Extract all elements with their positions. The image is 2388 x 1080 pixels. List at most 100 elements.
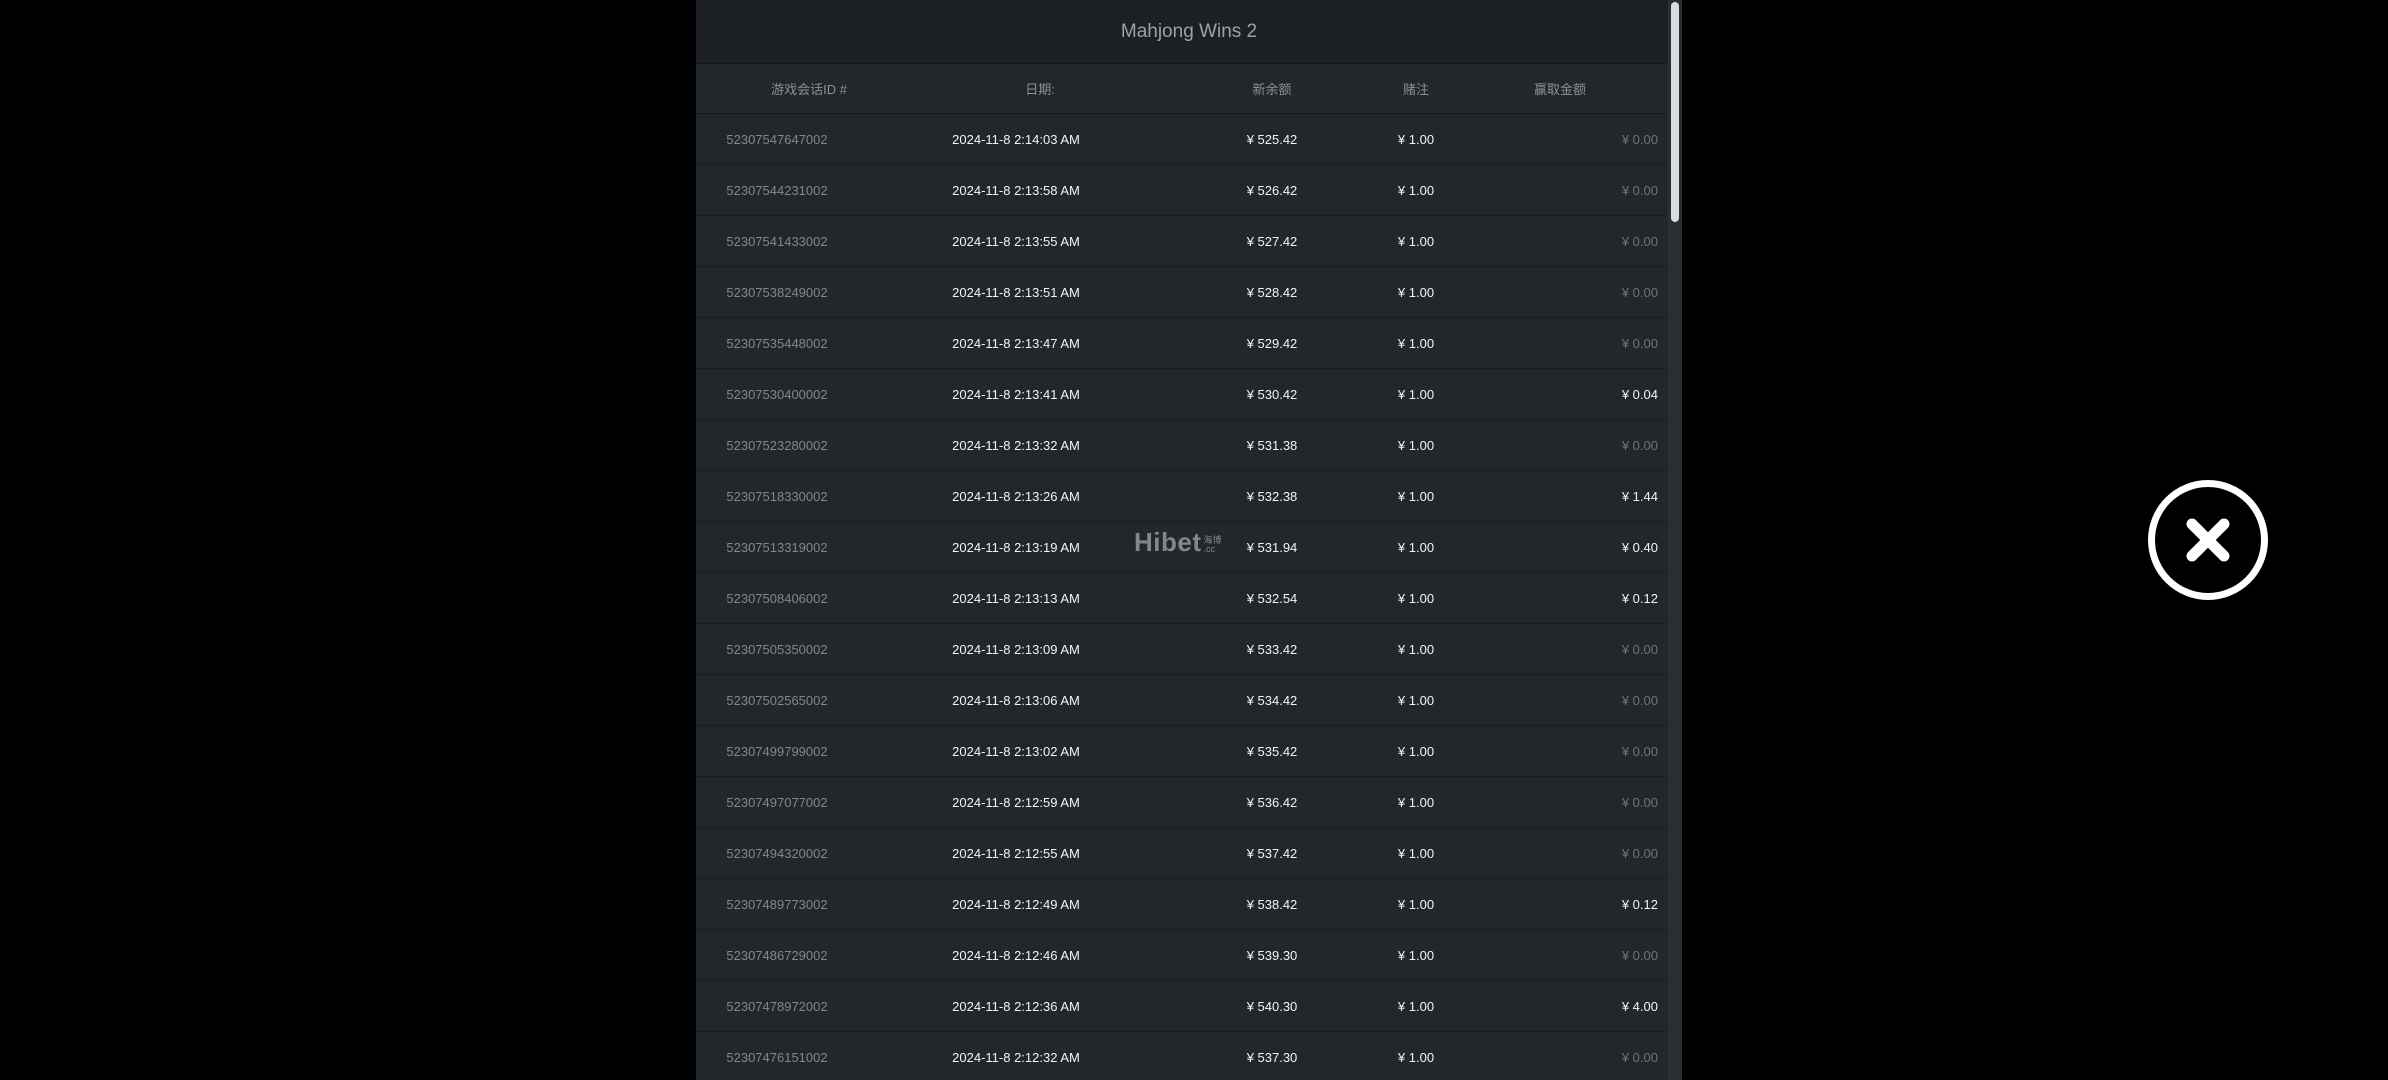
- cell-date: 2024-11-8 2:13:19 AM: [952, 539, 1080, 555]
- cell-date: 2024-11-8 2:13:26 AM: [952, 488, 1080, 504]
- cell-bet: ¥ 1.00: [1397, 947, 1435, 963]
- cell-bet: ¥ 1.00: [1397, 233, 1435, 249]
- table-row[interactable]: 52307497077002 2024-11-8 2:12:59 AM ¥ 536.…: [696, 777, 1682, 828]
- cell-bet: ¥ 1.00: [1397, 590, 1435, 606]
- cell-date: 2024-11-8 2:13:55 AM: [952, 233, 1080, 249]
- cell-session-id: 52307505350002: [726, 641, 828, 657]
- cell-session-id: 52307494320002: [726, 845, 828, 861]
- table-row[interactable]: 52307499799002 2024-11-8 2:13:02 AM ¥ 535.…: [696, 726, 1682, 777]
- table-row[interactable]: 52307502565002 2024-11-8 2:13:06 AM ¥ 534.…: [696, 675, 1682, 726]
- column-header-bet: 赌注: [1402, 82, 1429, 97]
- cell-date: 2024-11-8 2:13:32 AM: [952, 437, 1080, 453]
- cell-bet: ¥ 1.00: [1397, 131, 1435, 147]
- cell-win-amount: ¥ 0.00: [1621, 233, 1658, 249]
- table-row[interactable]: 52307530400002 2024-11-8 2:13:41 AM ¥ 530.…: [696, 369, 1682, 420]
- table-row[interactable]: 52307523280002 2024-11-8 2:13:32 AM ¥ 531.…: [696, 420, 1682, 471]
- cell-win-amount: ¥ 0.00: [1621, 284, 1658, 300]
- cell-session-id: 52307538249002: [726, 284, 828, 300]
- cell-balance: ¥ 529.42: [1246, 335, 1298, 351]
- cell-balance: ¥ 540.30: [1246, 998, 1298, 1014]
- cell-session-id: 52307535448002: [726, 335, 828, 351]
- table-row[interactable]: 52307508406002 2024-11-8 2:13:13 AM ¥ 532.…: [696, 573, 1682, 624]
- cell-balance: ¥ 535.42: [1246, 743, 1298, 759]
- cell-bet: ¥ 1.00: [1397, 488, 1435, 504]
- cell-win-amount: ¥ 0.00: [1621, 131, 1658, 147]
- cell-bet: ¥ 1.00: [1397, 794, 1435, 810]
- cell-balance: ¥ 532.54: [1246, 590, 1298, 606]
- cell-session-id: 52307523280002: [726, 437, 828, 453]
- cell-win-amount: ¥ 0.00: [1621, 182, 1658, 198]
- column-header-balance: 新余额: [1252, 82, 1292, 97]
- cell-date: 2024-11-8 2:13:09 AM: [952, 641, 1080, 657]
- table-header: 游戏会话ID # 日期: 新余额 赌注 赢取金额: [696, 64, 1682, 114]
- table-body: 52307547647002 2024-11-8 2:14:03 AM ¥ 525.…: [696, 114, 1682, 1080]
- cell-win-amount: ¥ 4.00: [1621, 998, 1658, 1014]
- cell-bet: ¥ 1.00: [1397, 896, 1435, 912]
- table-row[interactable]: 52307486729002 2024-11-8 2:12:46 AM ¥ 539.…: [696, 930, 1682, 981]
- cell-win-amount: ¥ 0.00: [1621, 1049, 1658, 1065]
- cell-win-amount: ¥ 0.00: [1621, 437, 1658, 453]
- cell-win-amount: ¥ 0.04: [1621, 386, 1658, 402]
- cell-bet: ¥ 1.00: [1397, 743, 1435, 759]
- cell-win-amount: ¥ 0.12: [1621, 896, 1658, 912]
- cell-bet: ¥ 1.00: [1397, 1049, 1435, 1065]
- cell-date: 2024-11-8 2:13:06 AM: [952, 692, 1080, 708]
- table-row[interactable]: 52307518330002 2024-11-8 2:13:26 AM ¥ 532.…: [696, 471, 1682, 522]
- cell-session-id: 52307489773002: [726, 896, 828, 912]
- cell-balance: ¥ 525.42: [1246, 131, 1298, 147]
- cell-session-id: 52307547647002: [726, 131, 828, 147]
- table-row[interactable]: 52307544231002 2024-11-8 2:13:58 AM ¥ 526.…: [696, 165, 1682, 216]
- cell-bet: ¥ 1.00: [1397, 539, 1435, 555]
- cell-win-amount: ¥ 0.00: [1621, 794, 1658, 810]
- cell-session-id: 52307502565002: [726, 692, 828, 708]
- cell-balance: ¥ 536.42: [1246, 794, 1298, 810]
- cell-bet: ¥ 1.00: [1397, 437, 1435, 453]
- close-icon: [2186, 518, 2230, 562]
- table-row[interactable]: 52307538249002 2024-11-8 2:13:51 AM ¥ 528.…: [696, 267, 1682, 318]
- close-button[interactable]: [2148, 480, 2268, 600]
- cell-balance: ¥ 537.42: [1246, 845, 1298, 861]
- table-row[interactable]: 52307535448002 2024-11-8 2:13:47 AM ¥ 529.…: [696, 318, 1682, 369]
- cell-balance: ¥ 528.42: [1246, 284, 1298, 300]
- cell-date: 2024-11-8 2:12:55 AM: [952, 845, 1080, 861]
- table-row[interactable]: 52307478972002 2024-11-8 2:12:36 AM ¥ 540.…: [696, 981, 1682, 1032]
- cell-bet: ¥ 1.00: [1397, 692, 1435, 708]
- cell-session-id: 52307476151002: [726, 1049, 828, 1065]
- cell-win-amount: ¥ 0.00: [1621, 641, 1658, 657]
- cell-date: 2024-11-8 2:12:32 AM: [952, 1049, 1080, 1065]
- column-header-win: 赢取金额: [1533, 82, 1586, 97]
- table-row[interactable]: 52307489773002 2024-11-8 2:12:49 AM ¥ 538.…: [696, 879, 1682, 930]
- cell-balance: ¥ 539.30: [1246, 947, 1298, 963]
- watermark-logo: Hibet 海博 .cc: [1134, 527, 1222, 558]
- table-row[interactable]: 52307494320002 2024-11-8 2:12:55 AM ¥ 537.…: [696, 828, 1682, 879]
- cell-balance: ¥ 534.42: [1246, 692, 1298, 708]
- cell-date: 2024-11-8 2:13:47 AM: [952, 335, 1080, 351]
- cell-balance: ¥ 532.38: [1246, 488, 1298, 504]
- cell-bet: ¥ 1.00: [1397, 386, 1435, 402]
- cell-session-id: 52307513319002: [726, 539, 828, 555]
- cell-balance: ¥ 527.42: [1246, 233, 1298, 249]
- scrollbar-thumb[interactable]: [1671, 2, 1679, 222]
- modal-title: Mahjong Wins 2: [696, 0, 1682, 64]
- cell-date: 2024-11-8 2:13:13 AM: [952, 590, 1080, 606]
- column-header-id: 游戏会话ID #: [771, 82, 847, 97]
- cell-session-id: 52307478972002: [726, 998, 828, 1014]
- cell-win-amount: ¥ 0.00: [1621, 947, 1658, 963]
- watermark-suffix: 海博 .cc: [1204, 536, 1222, 554]
- cell-balance: ¥ 537.30: [1246, 1049, 1298, 1065]
- column-header-date: 日期:: [1025, 82, 1055, 97]
- table-row[interactable]: 52307541433002 2024-11-8 2:13:55 AM ¥ 527.…: [696, 216, 1682, 267]
- table-row[interactable]: 52307476151002 2024-11-8 2:12:32 AM ¥ 537.…: [696, 1032, 1682, 1080]
- scrollbar[interactable]: [1668, 0, 1682, 1080]
- cell-balance: ¥ 531.38: [1246, 437, 1298, 453]
- table-row[interactable]: 52307505350002 2024-11-8 2:13:09 AM ¥ 533.…: [696, 624, 1682, 675]
- cell-session-id: 52307518330002: [726, 488, 828, 504]
- cell-date: 2024-11-8 2:13:02 AM: [952, 743, 1080, 759]
- table-row[interactable]: 52307547647002 2024-11-8 2:14:03 AM ¥ 525.…: [696, 114, 1682, 165]
- cell-bet: ¥ 1.00: [1397, 998, 1435, 1014]
- cell-session-id: 52307499799002: [726, 743, 828, 759]
- cell-date: 2024-11-8 2:12:59 AM: [952, 794, 1080, 810]
- cell-date: 2024-11-8 2:13:51 AM: [952, 284, 1080, 300]
- cell-session-id: 52307530400002: [726, 386, 828, 402]
- screen: Mahjong Wins 2 游戏会话ID # 日期: 新余额 赌注 赢取金额 …: [0, 0, 2388, 1080]
